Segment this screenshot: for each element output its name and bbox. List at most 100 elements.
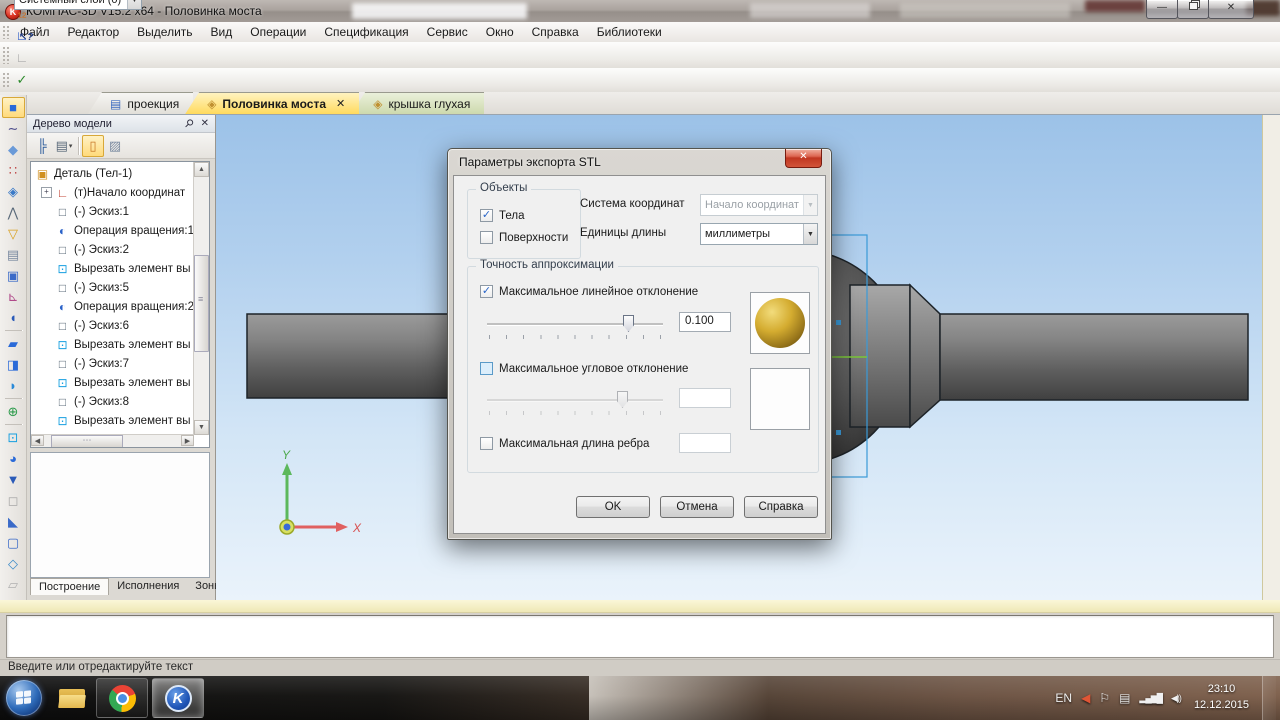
- minimize-button[interactable]: —: [1146, 0, 1178, 19]
- scrollbar-thumb[interactable]: [194, 255, 209, 352]
- document-tab[interactable]: ◈Половинка моста✕: [185, 92, 359, 114]
- taskbar-chrome-button[interactable]: [96, 678, 148, 718]
- extrude-cut-side-icon[interactable]: ◖: [2, 307, 25, 328]
- tab-close-icon[interactable]: ✕: [336, 97, 345, 110]
- cone-line-icon[interactable]: ⋀: [2, 202, 25, 223]
- pin-icon[interactable]: ⚲: [181, 116, 196, 131]
- volume-alert-icon[interactable]: ◀: [1081, 691, 1090, 705]
- cancel-button[interactable]: Отмена: [660, 496, 734, 518]
- boolean-icon[interactable]: ⊕: [2, 401, 25, 422]
- tree-item[interactable]: ⊡Вырезать элемент вы: [31, 373, 194, 392]
- tree-item[interactable]: ▣Деталь (Тел-1): [31, 164, 194, 183]
- scrollbar-thumb[interactable]: [51, 435, 123, 448]
- gray-op-icon[interactable]: ▱: [2, 574, 25, 595]
- surfaces-checkbox-row[interactable]: Поверхности: [480, 231, 568, 244]
- edge-length-checkbox[interactable]: [480, 437, 493, 450]
- menu-item-вид[interactable]: Вид: [202, 25, 242, 39]
- tree-sections-icon[interactable]: ▯: [82, 135, 104, 157]
- tree-item[interactable]: □(-) Эскиз:2: [31, 240, 194, 259]
- menu-item-сервис[interactable]: Сервис: [418, 25, 477, 39]
- menu-item-справка[interactable]: Справка: [523, 25, 588, 39]
- menu-item-спецификация[interactable]: Спецификация: [315, 25, 417, 39]
- plane-icon[interactable]: ◆: [2, 139, 25, 160]
- model-left-shaft[interactable]: [247, 314, 463, 398]
- scroll-left-arrow[interactable]: ◀: [31, 435, 44, 446]
- taskbar-explorer-button[interactable]: [52, 679, 92, 717]
- taskbar-kompas-button[interactable]: K: [152, 678, 204, 718]
- slider-thumb[interactable]: [623, 315, 634, 332]
- dialog-close-button[interactable]: ✕: [785, 149, 822, 168]
- draft-icon[interactable]: ◻: [2, 490, 25, 511]
- tree-item[interactable]: □(-) Эскиз:5: [31, 278, 194, 297]
- start-button[interactable]: [6, 680, 42, 716]
- selection-handle[interactable]: [836, 320, 841, 325]
- taskbar-clock[interactable]: 23:10 12.12.2015: [1194, 682, 1249, 714]
- angular-deviation-checkbox-row[interactable]: Максимальное угловое отклонение: [480, 362, 688, 375]
- model-right-shaft[interactable]: [940, 314, 1248, 400]
- scroll-up-arrow[interactable]: ▲: [194, 162, 209, 177]
- fillet-icon[interactable]: ◕: [2, 448, 25, 469]
- rib-icon[interactable]: ◣: [2, 511, 25, 532]
- surfaces-checkbox[interactable]: [480, 231, 493, 244]
- selection-handle[interactable]: [836, 430, 841, 435]
- layer-combo[interactable]: Системный слой (0)▼: [14, 0, 142, 10]
- report-icon[interactable]: ▤: [2, 244, 25, 265]
- tree-item[interactable]: ◐Операция вращения:1: [31, 221, 194, 240]
- sketch-edit-icon[interactable]: ∟: [11, 46, 33, 68]
- expand-icon[interactable]: +: [41, 187, 52, 198]
- show-desktop-button[interactable]: [1262, 676, 1276, 720]
- tree-display-icon[interactable]: ▤▾: [53, 135, 75, 157]
- menu-item-библиотеки[interactable]: Библиотеки: [588, 25, 671, 39]
- action-center-flag-icon[interactable]: ⚐: [1099, 691, 1110, 705]
- tree-horizontal-scrollbar[interactable]: ◀ ▶: [31, 434, 194, 447]
- linear-deviation-checkbox[interactable]: ✓: [480, 285, 493, 298]
- restore-button[interactable]: [1177, 0, 1209, 19]
- surface-icon[interactable]: ◈: [2, 181, 25, 202]
- menu-item-окно[interactable]: Окно: [477, 25, 523, 39]
- shell-icon[interactable]: ▢: [2, 532, 25, 553]
- scroll-down-arrow[interactable]: ▼: [194, 420, 209, 435]
- windows-update-icon[interactable]: ▤: [1119, 691, 1130, 705]
- close-panel-icon[interactable]: ✕: [201, 118, 209, 129]
- document-tab[interactable]: ◈крышка глухая: [351, 92, 484, 114]
- angular-deviation-checkbox[interactable]: [480, 362, 493, 375]
- slant-icon[interactable]: ◇: [2, 553, 25, 574]
- linear-deviation-input[interactable]: 0.100: [679, 312, 731, 332]
- ok-button[interactable]: OK: [576, 496, 650, 518]
- cut-extrude-icon[interactable]: ⊡: [2, 427, 25, 448]
- model-collar[interactable]: [850, 285, 910, 427]
- menu-item-операции[interactable]: Операции: [241, 25, 315, 39]
- toolbar-grip[interactable]: [2, 72, 9, 89]
- linear-deviation-checkbox-row[interactable]: ✓ Максимальное линейное отклонение: [480, 285, 698, 298]
- revolve-icon[interactable]: ◨: [2, 354, 25, 375]
- filter-icon[interactable]: ▽: [2, 223, 25, 244]
- tree-item[interactable]: □(-) Эскиз:8: [31, 392, 194, 411]
- scroll-right-arrow[interactable]: ▶: [181, 435, 194, 446]
- rect-frame-icon[interactable]: ▣: [2, 265, 25, 286]
- document-tab[interactable]: ▤проекция: [88, 92, 193, 114]
- tree-item[interactable]: □(-) Эскиз:1: [31, 202, 194, 221]
- tree-item[interactable]: ⊡Вырезать элемент вы: [31, 335, 194, 354]
- tree-vertical-scrollbar[interactable]: ▲ ▼: [193, 162, 209, 435]
- toolbar-grip[interactable]: [2, 25, 9, 39]
- panel-tab-построение[interactable]: Построение: [30, 578, 109, 595]
- tree-item[interactable]: □(-) Эскиз:7: [31, 354, 194, 373]
- tree-item[interactable]: ⊡Вырезать элемент вы: [31, 411, 194, 430]
- panel-tab-исполнения[interactable]: Исполнения: [109, 578, 187, 595]
- model-cone[interactable]: [910, 285, 940, 427]
- help-button[interactable]: Справка: [744, 496, 818, 518]
- loft-icon[interactable]: ◗: [2, 375, 25, 396]
- extrude-icon[interactable]: ▰: [2, 333, 25, 354]
- text-entry-area[interactable]: [6, 615, 1274, 658]
- spline-icon[interactable]: ∼: [2, 118, 25, 139]
- bodies-checkbox[interactable]: ✓: [480, 209, 493, 222]
- units-combo[interactable]: миллиметры▼: [700, 223, 818, 243]
- edge-length-checkbox-row[interactable]: Максимальная длина ребра: [480, 437, 649, 450]
- measure-angle-icon[interactable]: ⊾: [2, 286, 25, 307]
- bodies-checkbox-row[interactable]: ✓ Тела: [480, 209, 525, 222]
- tree-report-icon[interactable]: ▨: [104, 135, 126, 157]
- sketch-check-icon[interactable]: ✓: [11, 68, 33, 90]
- tree-structure-icon[interactable]: ╠: [31, 135, 53, 157]
- linear-deviation-slider[interactable]: [487, 314, 663, 340]
- tree-item[interactable]: ⊡Вырезать элемент вы: [31, 259, 194, 278]
